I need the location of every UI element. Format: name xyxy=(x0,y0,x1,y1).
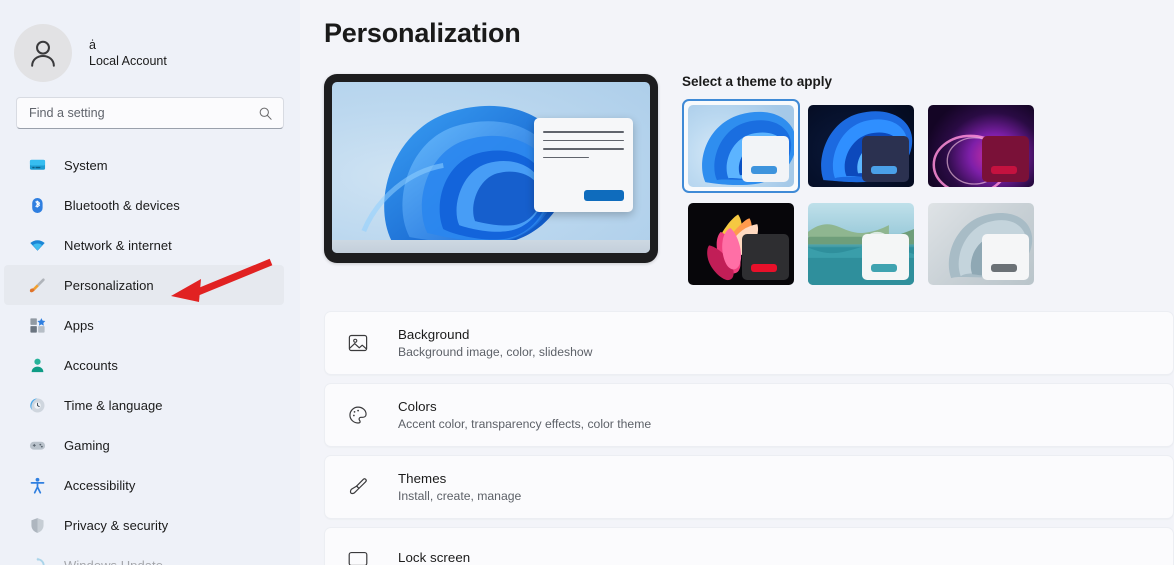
account-subtitle: Local Account xyxy=(89,53,167,68)
theme-option-windows-dark[interactable] xyxy=(802,99,920,193)
sidebar-item-label: Personalization xyxy=(64,277,154,293)
search-box[interactable] xyxy=(16,97,284,129)
page-title: Personalization xyxy=(324,18,521,48)
settings-row-colors[interactable]: Colors Accent color, transparency effect… xyxy=(324,383,1174,447)
sidebar-item-privacy-security[interactable]: Privacy & security xyxy=(4,505,284,545)
sidebar-item-label: Time & language xyxy=(64,397,163,413)
settings-row-title: Themes xyxy=(398,471,447,486)
settings-row-background[interactable]: Background Background image, color, slid… xyxy=(324,311,1174,375)
main-content: Personalization Select a theme to apply … xyxy=(300,0,1174,565)
settings-row-title: Background xyxy=(398,327,470,342)
sidebar-item-label: Windows Update xyxy=(64,557,163,565)
apps-icon xyxy=(28,316,46,334)
theme-mini-window xyxy=(742,234,789,280)
settings-row-subtitle: Background image, color, slideshow xyxy=(398,345,593,359)
settings-list: Background Background image, color, slid… xyxy=(300,311,1174,565)
sidebar-item-label: Gaming xyxy=(64,437,110,453)
sidebar-item-label: Network & internet xyxy=(64,237,172,253)
theme-mini-window xyxy=(862,136,909,182)
sidebar-item-label: System xyxy=(64,157,108,173)
theme-mini-window xyxy=(742,136,789,182)
search-icon[interactable] xyxy=(258,106,273,121)
desktop-preview[interactable] xyxy=(324,74,658,263)
sidebar-item-gaming[interactable]: Gaming xyxy=(4,425,284,465)
wifi-icon xyxy=(28,236,46,254)
monitor-icon xyxy=(28,156,46,174)
preview-taskbar xyxy=(332,240,650,253)
sidebar-item-label: Apps xyxy=(64,317,94,333)
theme-grid xyxy=(682,99,1174,291)
image-icon xyxy=(346,331,370,355)
paintbrush-icon xyxy=(28,276,46,294)
theme-option-glow[interactable] xyxy=(922,99,1040,193)
sidebar-item-personalization[interactable]: Personalization xyxy=(4,265,284,305)
theme-gallery: Select a theme to apply xyxy=(682,74,1174,291)
settings-row-subtitle: Install, create, manage xyxy=(398,489,522,503)
lockscreen-icon xyxy=(346,547,370,565)
sidebar-item-label: Accounts xyxy=(64,357,118,373)
settings-window: ȧ Local Account Find a setting System Bl… xyxy=(0,0,1174,565)
settings-row-themes[interactable]: Themes Install, create, manage xyxy=(324,455,1174,519)
accessibility-icon xyxy=(28,476,46,494)
search-input[interactable] xyxy=(29,106,258,120)
avatar[interactable] xyxy=(14,24,72,82)
brush-icon xyxy=(346,475,370,499)
sidebar-item-accounts[interactable]: Accounts xyxy=(4,345,284,385)
account-header[interactable]: ȧ Local Account xyxy=(0,14,300,86)
bluetooth-icon xyxy=(28,196,46,214)
theme-option-windows-light[interactable] xyxy=(682,99,800,193)
sidebar-item-system[interactable]: System xyxy=(4,145,284,185)
shield-icon xyxy=(28,516,46,534)
settings-row-title: Colors xyxy=(398,399,437,414)
theme-option-captured-motion[interactable] xyxy=(682,197,800,291)
sidebar-item-label: Accessibility xyxy=(64,477,136,493)
palette-icon xyxy=(346,403,370,427)
preview-dialog-accent-button xyxy=(584,190,624,201)
theme-mini-window xyxy=(862,234,909,280)
sidebar-item-accessibility[interactable]: Accessibility xyxy=(4,465,284,505)
theme-option-flow[interactable] xyxy=(922,197,1040,291)
update-icon xyxy=(28,556,46,565)
sidebar-item-network-internet[interactable]: Network & internet xyxy=(4,225,284,265)
theme-gallery-heading: Select a theme to apply xyxy=(682,74,833,89)
sidebar: ȧ Local Account Find a setting System Bl… xyxy=(0,0,300,565)
person-icon xyxy=(31,40,55,67)
sidebar-item-windows-update[interactable]: Windows Update xyxy=(4,545,284,565)
settings-row-title: Lock screen xyxy=(398,550,471,565)
account-name: ȧ xyxy=(89,37,97,51)
theme-mini-window xyxy=(982,136,1029,182)
sidebar-nav: System Bluetooth & devices Network & int… xyxy=(0,145,300,565)
theme-mini-window xyxy=(982,234,1029,280)
settings-row-lock-screen[interactable]: Lock screen xyxy=(324,527,1174,565)
settings-row-subtitle: Accent color, transparency effects, colo… xyxy=(398,417,652,431)
sidebar-item-apps[interactable]: Apps xyxy=(4,305,284,345)
preview-dialog xyxy=(534,118,633,212)
sidebar-item-time-language[interactable]: Time & language xyxy=(4,385,284,425)
sidebar-item-label: Privacy & security xyxy=(64,517,169,533)
gamepad-icon xyxy=(28,436,46,454)
preview-screen xyxy=(332,82,650,253)
theme-option-sunrise[interactable] xyxy=(802,197,920,291)
sidebar-item-label: Bluetooth & devices xyxy=(64,197,180,213)
sidebar-item-bluetooth-devices[interactable]: Bluetooth & devices xyxy=(4,185,284,225)
clock-globe-icon xyxy=(28,396,46,414)
account-icon xyxy=(28,356,46,374)
